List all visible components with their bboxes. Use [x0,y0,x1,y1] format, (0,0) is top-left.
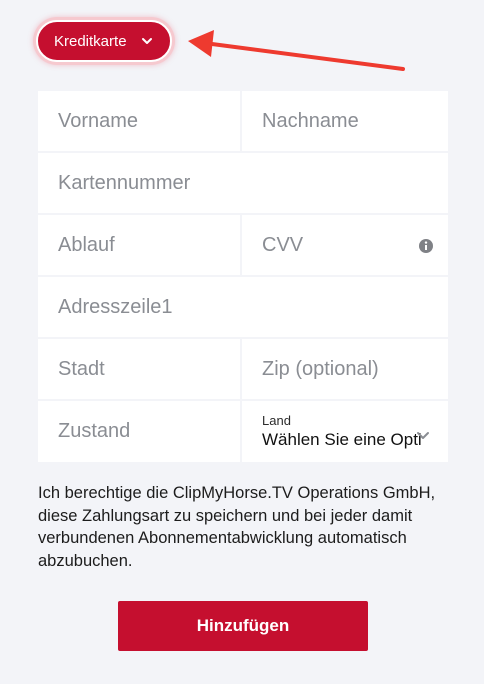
first-name-field[interactable]: Vorname [38,91,242,151]
expiry-field[interactable]: Ablauf [38,215,242,275]
zip-field[interactable]: Zip (optional) [242,339,448,399]
card-number-field[interactable]: Kartennummer [38,153,448,213]
country-select[interactable]: Land Wählen Sie eine Opti [242,401,448,462]
add-button[interactable]: Hinzufügen [118,601,368,651]
city-zip-row: Stadt Zip (optional) [38,339,448,401]
card-number-row: Kartennummer [38,153,448,215]
country-value: Wählen Sie eine Opti [262,429,422,449]
address-line1-field[interactable]: Adresszeile1 [38,277,448,337]
cvv-placeholder: CVV [262,233,304,256]
last-name-field[interactable]: Nachname [242,91,448,151]
expiry-cvv-row: Ablauf CVV [38,215,448,277]
chevron-down-icon [416,425,430,439]
consent-text: Ich berechtige die ClipMyHorse.TV Operat… [38,484,436,570]
cvv-field[interactable]: CVV [242,215,448,275]
payment-form: Vorname Nachname Kartennummer Ablauf CVV… [38,91,448,462]
state-field[interactable]: Zustand [38,401,242,462]
info-icon[interactable] [418,237,434,253]
city-field[interactable]: Stadt [38,339,242,399]
state-country-row: Zustand Land Wählen Sie eine Opti [38,401,448,462]
country-label: Land [262,412,291,428]
name-row: Vorname Nachname [38,91,448,153]
address-row: Adresszeile1 [38,277,448,339]
